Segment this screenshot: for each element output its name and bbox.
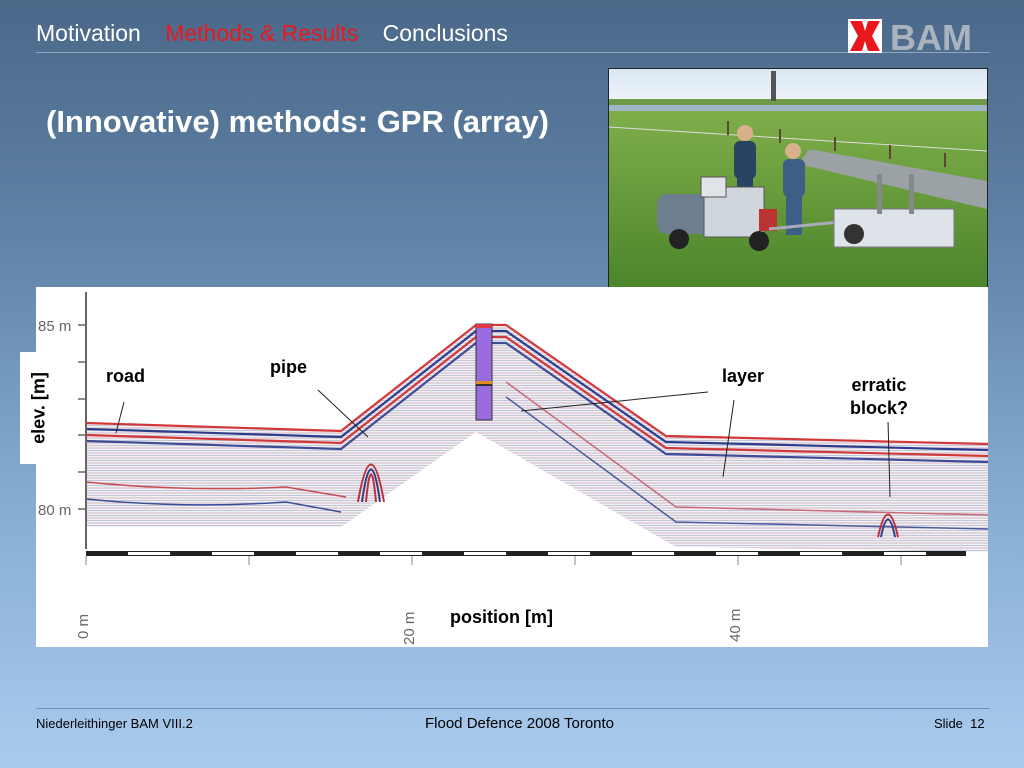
gpr-radargram: 85 m 80 m 0 m 20 m 40 m xyxy=(36,287,988,647)
annotation-pipe: pipe xyxy=(262,353,316,382)
annotation-erratic-line1: erratic xyxy=(851,375,907,395)
nav-divider xyxy=(36,52,990,53)
footer-slide-label: Slide xyxy=(934,716,963,731)
annotation-erratic-line2: block? xyxy=(850,398,909,418)
footer-divider xyxy=(36,708,990,709)
y-axis-label: elev. [m] xyxy=(28,372,49,444)
footer-author: Niederleithinger BAM VIII.2 xyxy=(36,716,193,731)
nav-item-methods-results[interactable]: Methods & Results xyxy=(165,20,358,46)
x-tick-40: 40 m xyxy=(727,609,744,642)
slide-title: (Innovative) methods: GPR (array) xyxy=(46,104,549,139)
x-tick-0: 0 m xyxy=(75,614,92,639)
bam-logo: BAM xyxy=(848,17,972,55)
annotation-road: road xyxy=(98,362,154,391)
x-axis-label: position [m] xyxy=(442,603,561,632)
logo-text: BAM xyxy=(890,17,972,55)
y-tick-80: 80 m xyxy=(38,502,71,519)
annotation-erratic-block: erratic block? xyxy=(846,372,913,422)
footer-event: Flood Defence 2008 Toronto xyxy=(425,715,615,732)
footer-slide-value: 12 xyxy=(970,716,985,731)
footer-slide-number: Slide 12 xyxy=(934,716,985,731)
y-axis-label-box: elev. [m] xyxy=(20,352,58,464)
nav-item-conclusions[interactable]: Conclusions xyxy=(383,20,508,46)
x-tick-20: 20 m xyxy=(401,612,418,645)
y-tick-85: 85 m xyxy=(38,318,71,335)
nav-item-motivation[interactable]: Motivation xyxy=(36,20,141,46)
section-nav: Motivation Methods & Results Conclusions xyxy=(36,20,526,47)
annotation-layer: layer xyxy=(686,362,800,391)
borehole-log xyxy=(475,323,493,421)
